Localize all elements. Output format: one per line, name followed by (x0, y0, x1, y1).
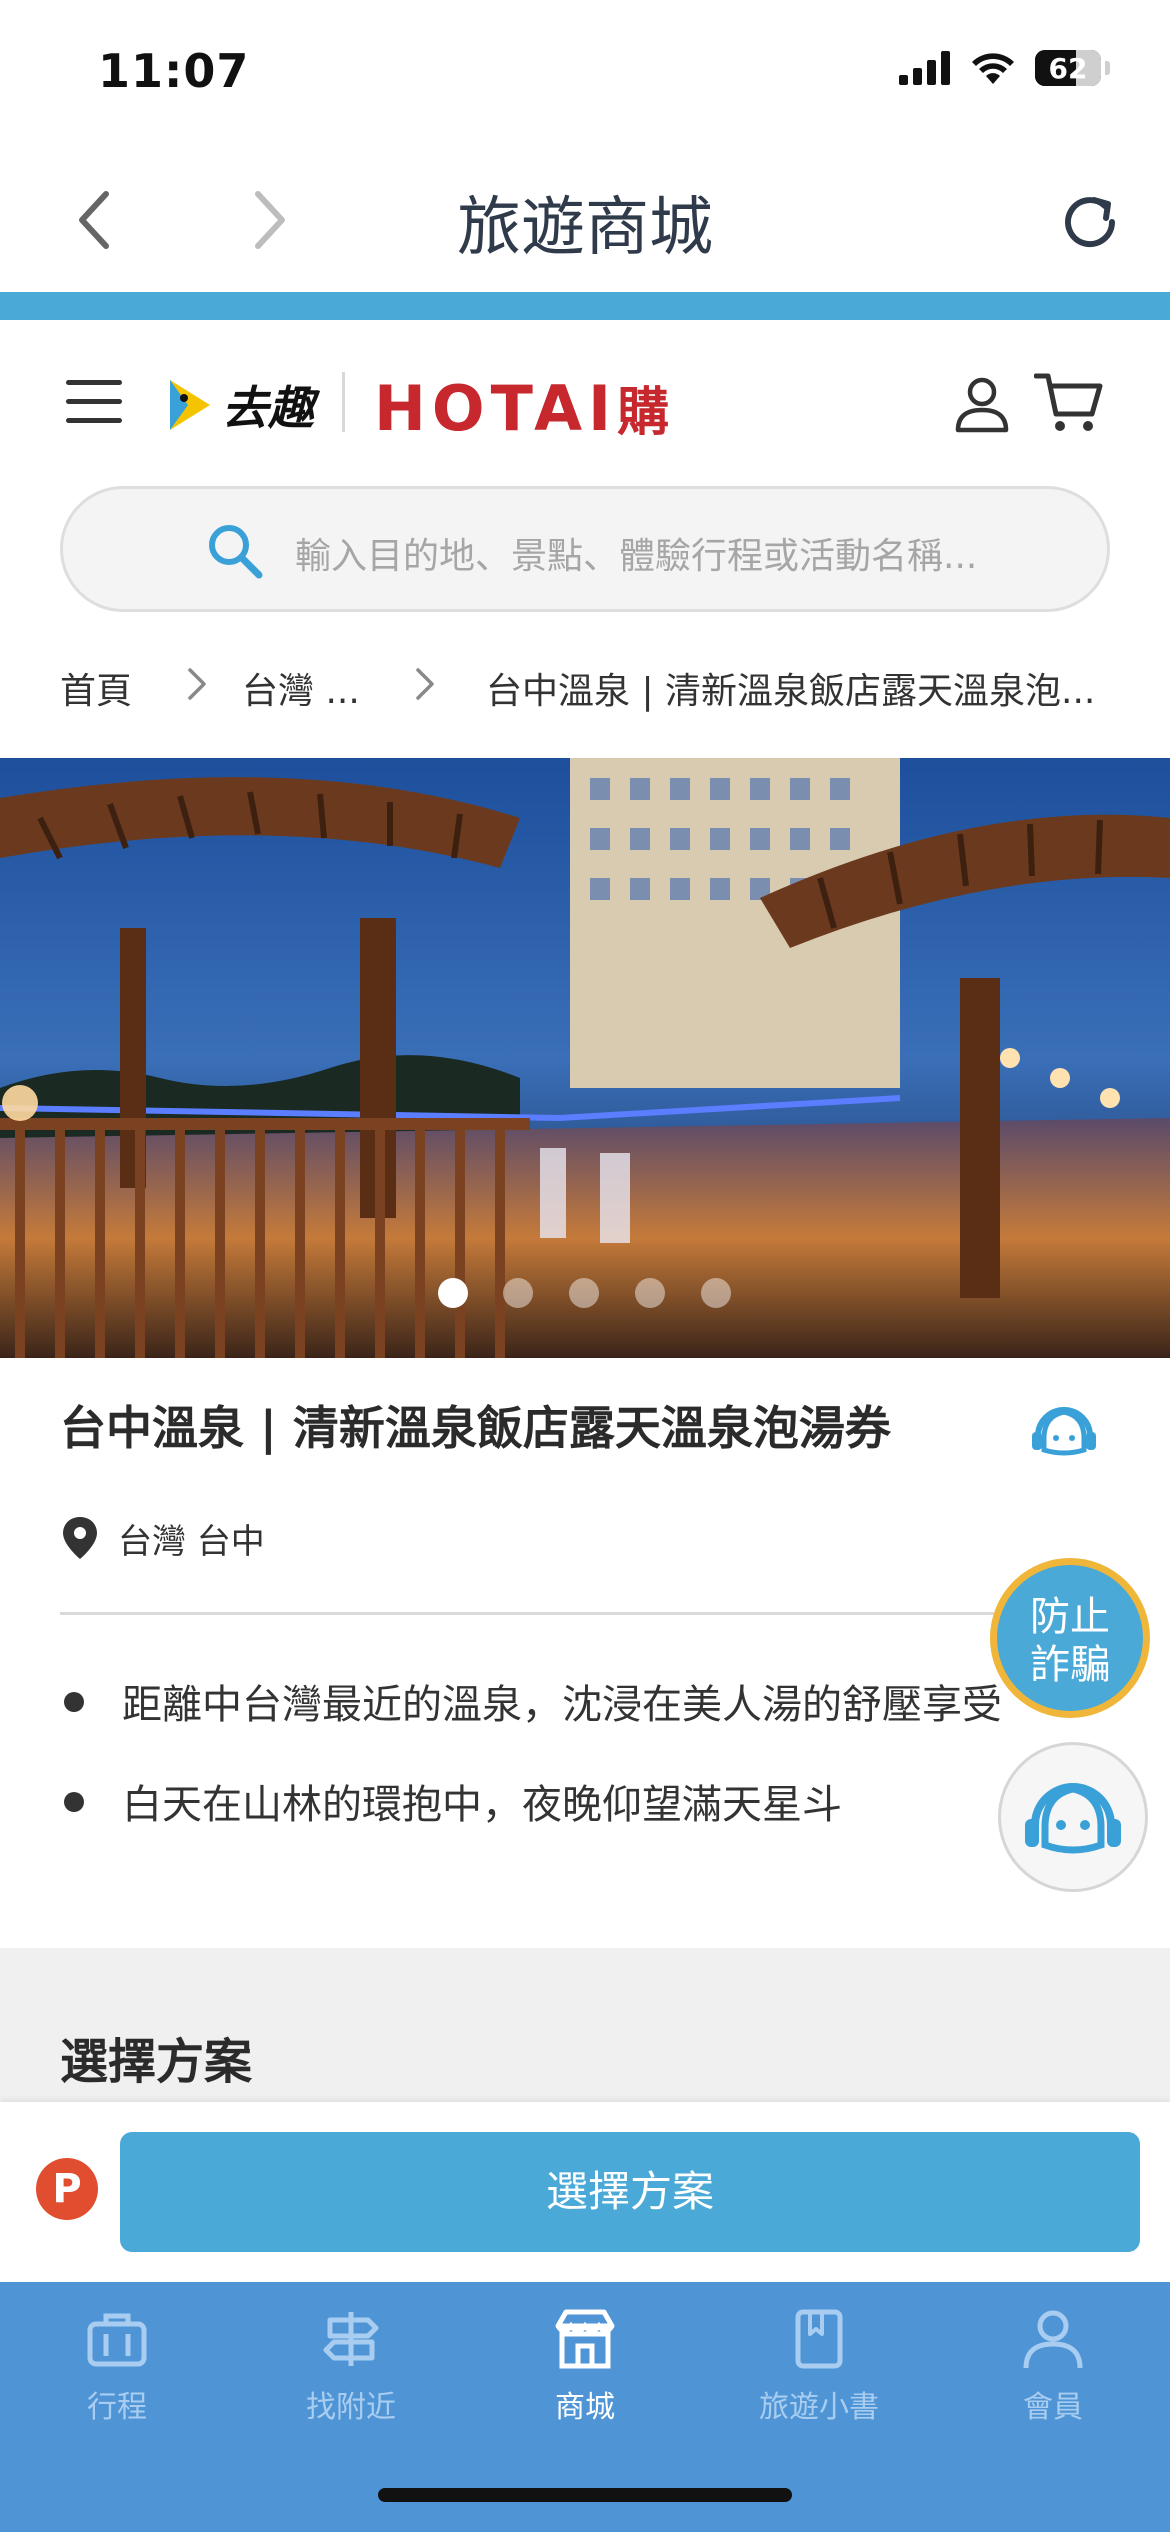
quqi-logo-mark (170, 380, 210, 430)
tab-label: 找附近 (306, 2390, 396, 2425)
breadcrumb-taiwan[interactable]: 台灣 ... (242, 662, 360, 714)
carousel-dot[interactable] (569, 1278, 599, 1308)
location-text: 台灣 台中 (118, 1521, 265, 1562)
battery-cap (1105, 61, 1110, 75)
home-indicator (378, 2488, 792, 2502)
suitcase-icon (87, 2313, 147, 2367)
divider (60, 1612, 1060, 1615)
location-pin-icon (63, 1517, 97, 1559)
headset-agent-icon (1025, 1783, 1121, 1854)
tab-travel-book[interactable]: 旅遊小書 (702, 2304, 936, 2444)
tab-member[interactable]: 會員 (936, 2304, 1170, 2444)
person-icon (1023, 2310, 1083, 2369)
tab-itinerary[interactable]: 行程 (0, 2304, 234, 2444)
tab-nearby[interactable]: 找附近 (234, 2304, 468, 2444)
points-badge[interactable]: P (36, 2158, 98, 2220)
plan-heading: 選擇方案 (60, 2034, 253, 2090)
status-icons: 62 (899, 50, 1110, 86)
carousel-dot[interactable] (635, 1278, 665, 1308)
tab-label: 旅遊小書 (759, 2390, 879, 2425)
battery-percent: 62 (1048, 51, 1088, 85)
breadcrumb: 首頁 台灣 ... 台中溫泉 | 清新溫泉飯店露天溫泉泡... (60, 654, 1120, 714)
logo-divider (342, 372, 345, 432)
status-bar: 11:07 62 (0, 0, 1170, 140)
fraud-prevention-button[interactable]: 防止 詐騙 (990, 1558, 1150, 1718)
carousel-dots (0, 1278, 1170, 1308)
carousel-dot[interactable] (438, 1278, 468, 1308)
tab-label: 會員 (1023, 2390, 1083, 2425)
quqi-logo[interactable]: 去趣 (164, 372, 314, 438)
hotai-logo-sub: 購 (617, 383, 676, 443)
battery-icon: 62 (1035, 50, 1101, 86)
carousel-dot[interactable] (503, 1278, 533, 1308)
webview-nav-bar: 旅遊商城 (0, 140, 1170, 292)
hotai-logo-text: HOTAI (374, 372, 618, 445)
carousel-dot[interactable] (701, 1278, 731, 1308)
wifi-icon (972, 53, 1014, 84)
store-icon (555, 2309, 615, 2369)
breadcrumb-home[interactable]: 首頁 (60, 662, 132, 714)
product-image-carousel[interactable] (0, 758, 1170, 1358)
search-input[interactable]: 輸入目的地、景點、體驗行程或活動名稱... (60, 486, 1110, 612)
signpost-icon (323, 2312, 379, 2366)
user-icon[interactable] (952, 374, 1012, 434)
status-time: 11:07 (98, 44, 250, 98)
product-highlights: 距離中台灣最近的溫泉，沈浸在美人湯的舒壓享受 白天在山林的環抱中，夜晚仰望滿天星… (60, 1672, 1060, 1872)
site-header: 去趣 HOTAI購 (0, 320, 1170, 480)
breadcrumb-separator-icon (416, 668, 434, 700)
choose-plan-button[interactable]: 選擇方案 (120, 2132, 1140, 2252)
reload-icon[interactable] (1050, 182, 1130, 262)
hotai-logo[interactable]: HOTAI購 (374, 370, 675, 445)
menu-icon[interactable] (66, 380, 122, 426)
quqi-logo-text: 去趣 (222, 381, 314, 435)
accent-strip (0, 292, 1170, 320)
fraud-label-line1: 防止 (1030, 1594, 1110, 1640)
product-title: 台中溫泉 | 清新溫泉飯店露天溫泉泡湯券 (60, 1401, 891, 1455)
hot-spring-photo (0, 758, 1170, 1358)
product-location: 台灣 台中 (60, 1508, 265, 1568)
breadcrumb-current: 台中溫泉 | 清新溫泉飯店露天溫泉泡... (486, 671, 1096, 712)
highlight-item: 距離中台灣最近的溫泉，沈浸在美人湯的舒壓享受 (60, 1672, 1060, 1772)
page-title: 旅遊商城 (457, 191, 713, 265)
fraud-label-line2: 詐騙 (1030, 1642, 1110, 1688)
bottom-action-bar: P 選擇方案 (0, 2102, 1170, 2282)
search-placeholder: 輸入目的地、景點、體驗行程或活動名稱... (295, 536, 978, 577)
tab-label: 商城 (555, 2390, 615, 2425)
customer-service-float-button[interactable] (998, 1742, 1148, 1892)
tab-label: 行程 (87, 2390, 147, 2425)
cart-icon[interactable] (1034, 370, 1104, 436)
tab-mall[interactable]: 商城 (468, 2304, 702, 2444)
breadcrumb-separator-icon (188, 668, 206, 700)
signal-icon (899, 51, 950, 85)
search-icon (209, 525, 263, 579)
customer-service-icon[interactable] (1024, 1390, 1104, 1470)
plan-section: 選擇方案 (0, 1948, 1170, 2102)
highlight-item: 白天在山林的環抱中，夜晚仰望滿天星斗 (60, 1772, 1060, 1872)
book-icon (795, 2309, 843, 2369)
